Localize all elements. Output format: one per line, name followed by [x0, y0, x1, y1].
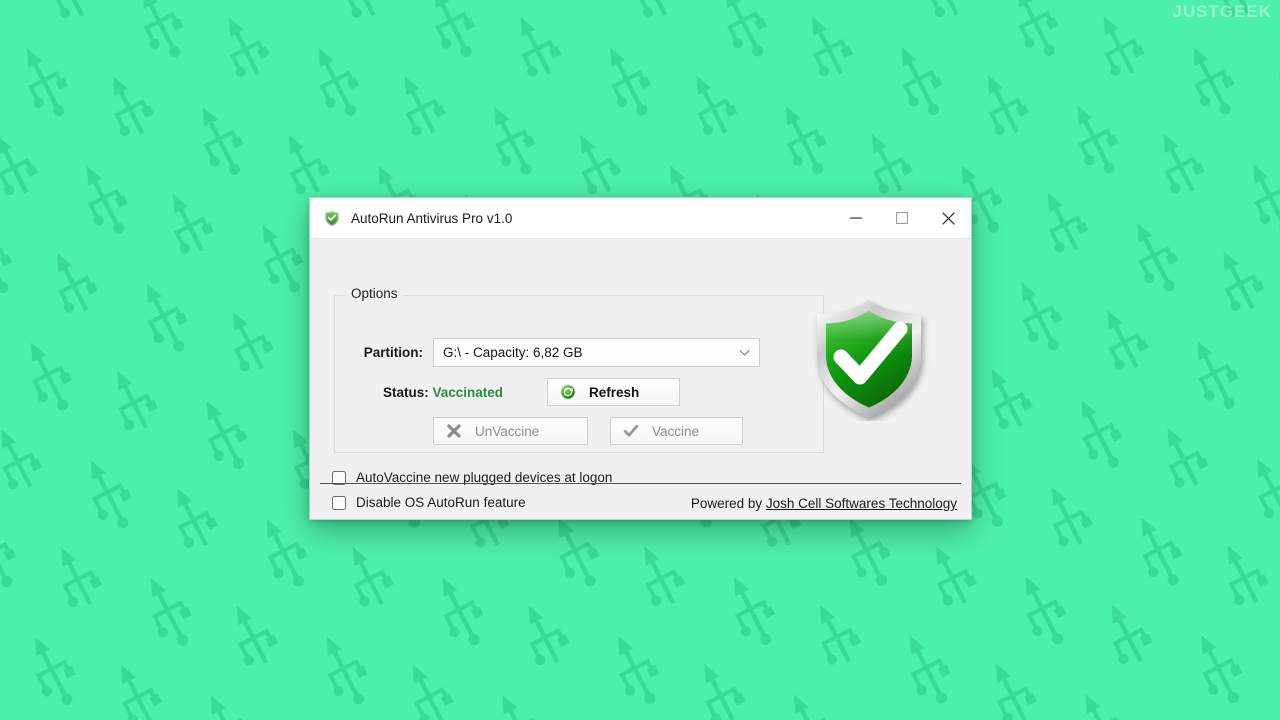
footer-link[interactable]: Josh Cell Softwares Technology	[766, 496, 957, 511]
status-badge: Vaccinated	[432, 384, 504, 400]
watermark-justgeek: JUSTGEEK	[1172, 2, 1272, 21]
maximize-button[interactable]	[879, 198, 925, 239]
status-text: Status: Vaccinated	[347, 385, 547, 400]
window-body: Options Partition: G:\ - Capacity: 6,82 …	[310, 239, 971, 519]
footer: Powered by Josh Cell Softwares Technolog…	[691, 496, 957, 511]
check-icon	[623, 424, 639, 437]
minimize-icon	[850, 217, 862, 219]
close-button[interactable]	[925, 198, 971, 239]
checkbox-disable-autorun-label: Disable OS AutoRun feature	[356, 495, 526, 510]
unvaccine-button[interactable]: UnVaccine	[433, 417, 588, 445]
refresh-button-label: Refresh	[589, 384, 640, 400]
checkbox-row-autovaccine[interactable]: AutoVaccine new plugged devices at logon	[332, 465, 612, 490]
shield-icon	[324, 210, 340, 227]
footer-separator	[320, 483, 961, 484]
partition-select[interactable]: G:\ - Capacity: 6,82 GB	[433, 338, 760, 367]
checkbox-row-disable-autorun[interactable]: Disable OS AutoRun feature	[332, 490, 612, 515]
window-titlebar[interactable]: AutoRun Antivirus Pro v1.0	[310, 198, 971, 239]
unvaccine-button-label: UnVaccine	[475, 423, 540, 439]
vaccine-button[interactable]: Vaccine	[610, 417, 743, 445]
vaccine-button-label: Vaccine	[652, 423, 700, 439]
refresh-button[interactable]: Refresh	[547, 378, 680, 406]
partition-row: Partition: G:\ - Capacity: 6,82 GB	[347, 338, 760, 367]
checkbox-list: AutoVaccine new plugged devices at logon…	[332, 465, 612, 515]
refresh-globe-icon	[560, 384, 576, 400]
large-shield-icon	[817, 300, 921, 417]
status-label: Status:	[382, 384, 429, 400]
action-buttons-row: UnVaccine Vaccine	[347, 417, 743, 445]
window-title: AutoRun Antivirus Pro v1.0	[351, 210, 513, 226]
close-icon	[941, 211, 955, 225]
partition-selected-value: G:\ - Capacity: 6,82 GB	[443, 345, 583, 360]
options-legend: Options	[346, 286, 403, 301]
window-controls	[833, 198, 971, 239]
checkbox-disable-autorun[interactable]	[332, 495, 346, 510]
unvaccine-button-wrap: UnVaccine	[433, 417, 588, 445]
maximize-icon	[896, 212, 908, 224]
partition-label: Partition:	[363, 345, 423, 360]
options-groupbox: Options Partition: G:\ - Capacity: 6,82 …	[334, 286, 824, 453]
app-window: AutoRun Antivirus Pro v1.0 Options Parti…	[309, 197, 972, 520]
cross-icon	[447, 424, 461, 438]
minimize-button[interactable]	[833, 198, 879, 239]
chevron-down-icon	[739, 349, 750, 356]
footer-prefix: Powered by	[690, 496, 766, 511]
status-row: Status: Vaccinated Refresh	[347, 378, 680, 406]
